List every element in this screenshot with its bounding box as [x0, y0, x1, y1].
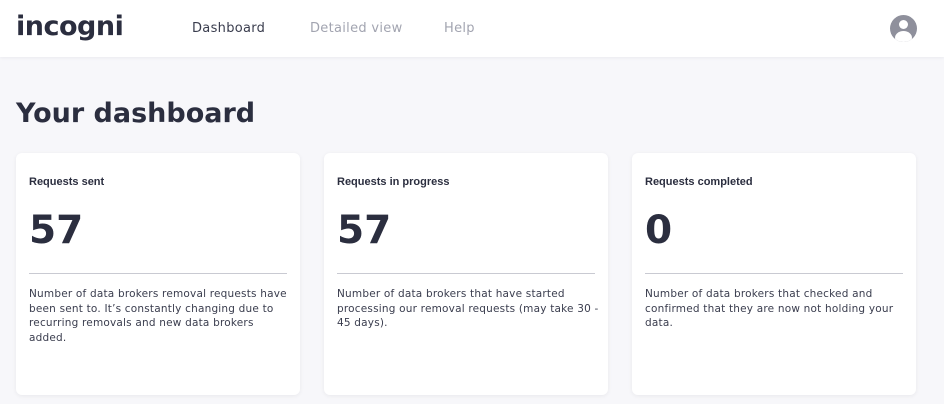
nav-help[interactable]: Help	[444, 20, 475, 37]
requests-sent-card: Requests sent 57 Number of data brokers …	[16, 153, 300, 395]
avatar-body-shape	[895, 31, 912, 42]
card-title: Requests sent	[29, 176, 105, 188]
card-description: Number of data brokers that have started…	[337, 288, 599, 329]
avatar-head-shape	[899, 20, 908, 29]
requests-completed-card: Requests completed 0 Number of data brok…	[632, 153, 916, 395]
card-title: Requests in progress	[337, 176, 450, 188]
card-title: Requests completed	[645, 176, 753, 188]
top-navigation-bar: incogni Dashboard Detailed view Help	[0, 0, 944, 57]
card-value: 57	[29, 208, 84, 253]
nav-detailed-view[interactable]: Detailed view	[310, 20, 403, 37]
card-divider	[337, 273, 595, 274]
card-divider	[645, 273, 903, 274]
requests-in-progress-card: Requests in progress 57 Number of data b…	[324, 153, 608, 395]
card-value: 0	[645, 208, 673, 253]
nav-dashboard[interactable]: Dashboard	[192, 20, 265, 37]
card-description: Number of data brokers that checked and …	[645, 288, 894, 329]
incogni-logo[interactable]: incogni	[16, 9, 124, 45]
page-title: Your dashboard	[16, 98, 256, 129]
card-value: 57	[337, 208, 392, 253]
user-avatar-icon[interactable]	[890, 15, 917, 42]
card-divider	[29, 273, 287, 274]
card-description: Number of data brokers removal requests …	[29, 288, 287, 344]
